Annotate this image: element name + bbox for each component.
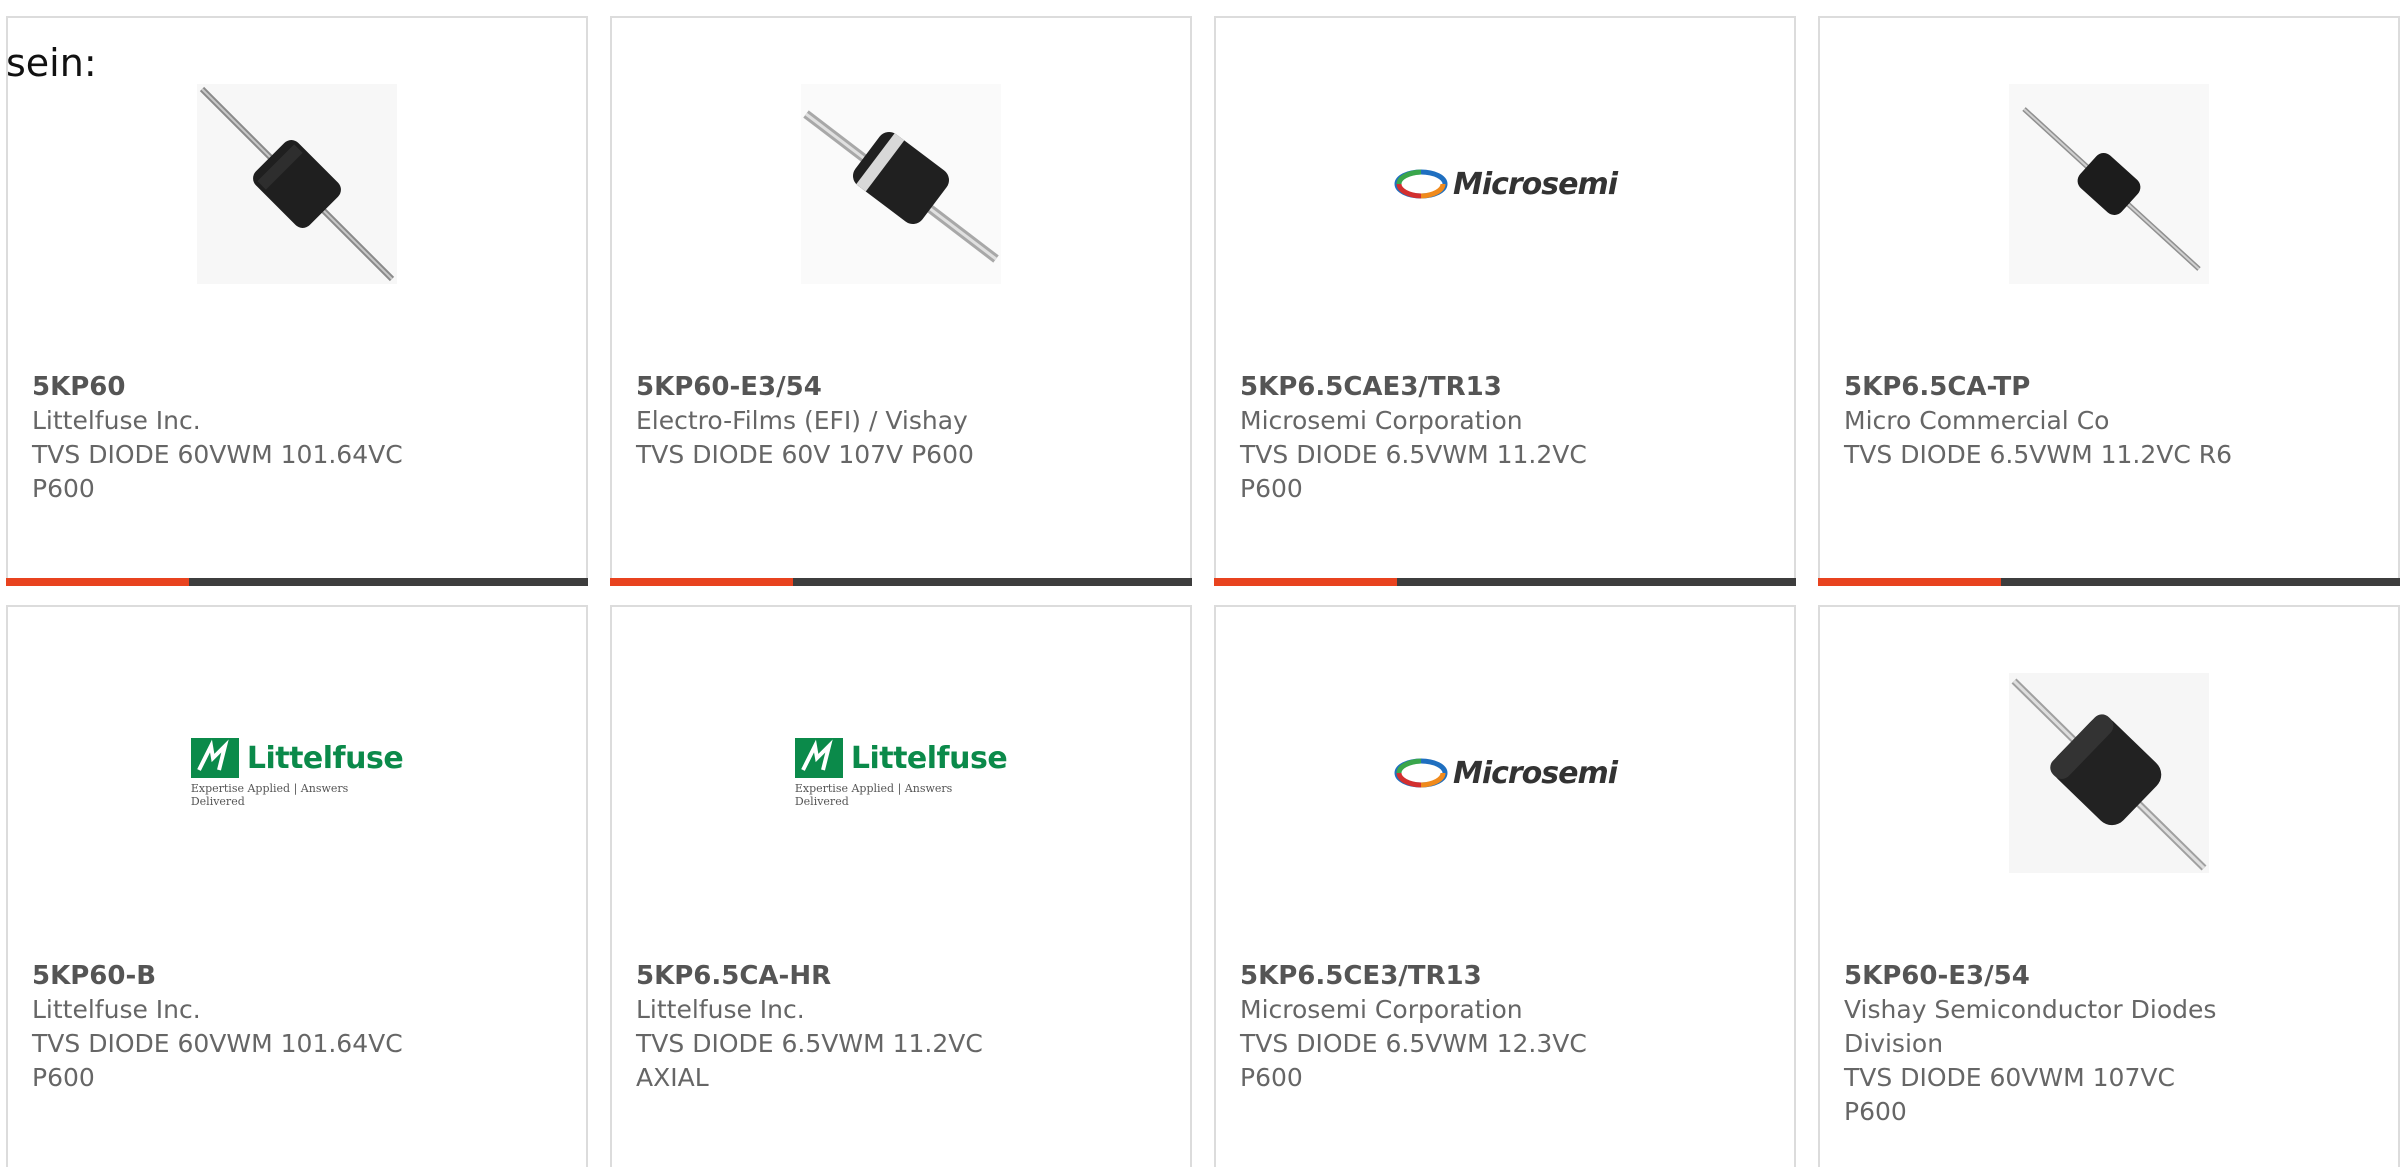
part-number[interactable]: 5KP60 <box>32 370 566 404</box>
card-bottom-bar <box>1818 578 2400 586</box>
product-card[interactable]: Littelfuse Expertise Applied | Answers D… <box>6 605 588 1167</box>
card-bottom-bar <box>1214 578 1796 586</box>
part-number[interactable]: 5KP6.5CA-HR <box>636 959 1170 993</box>
card-accent <box>1214 578 1397 586</box>
card-bottom-bar <box>610 578 1192 586</box>
card-accent <box>6 578 189 586</box>
product-card[interactable]: Microsemi 5KP6.5CE3/TR13 Microsemi Corpo… <box>1214 605 1796 1167</box>
microsemi-swirl-icon <box>1394 758 1448 788</box>
product-info: 5KP6.5CA-TP Micro Commercial Co TVS DIOD… <box>1844 370 2378 472</box>
littelfuse-logo: Littelfuse Expertise Applied | Answers D… <box>190 673 404 873</box>
part-number[interactable]: 5KP60-E3/54 <box>1844 959 2378 993</box>
product-card[interactable]: 5KP60-E3/54 Vishay Semiconductor Diodes … <box>1818 605 2400 1167</box>
logo-text: Microsemi <box>1452 755 1618 791</box>
product-card[interactable]: Microsemi 5KP6.5CAE3/TR13 Microsemi Corp… <box>1214 16 1796 586</box>
manufacturer: Microsemi Corporation <box>1240 995 1523 1024</box>
product-info: 5KP6.5CA-HR Littelfuse Inc. TVS DIODE 6.… <box>636 959 1170 1095</box>
part-number[interactable]: 5KP60-B <box>32 959 566 993</box>
card-accent <box>1818 578 2001 586</box>
product-card[interactable]: 5KP6.5CA-TP Micro Commercial Co TVS DIOD… <box>1818 16 2400 586</box>
part-number[interactable]: 5KP6.5CAE3/TR13 <box>1240 370 1774 404</box>
littelfuse-logo: Littelfuse Expertise Applied | Answers D… <box>794 673 1008 873</box>
card-bottom-bar <box>6 578 588 586</box>
description: TVS DIODE 60VWM 101.64VC P600 <box>32 1029 403 1092</box>
description: TVS DIODE 60V 107V P600 <box>636 440 974 469</box>
section-heading: sein: <box>6 41 97 85</box>
logo-tagline: Expertise Applied | Answers Delivered <box>794 782 953 808</box>
product-card[interactable]: Littelfuse Expertise Applied | Answers D… <box>610 605 1192 1167</box>
manufacturer: Micro Commercial Co <box>1844 406 2110 435</box>
product-info: 5KP60 Littelfuse Inc. TVS DIODE 60VWM 10… <box>32 370 566 506</box>
logo-text: Microsemi <box>1452 166 1618 202</box>
manufacturer: Vishay Semiconductor Diodes Division <box>1844 995 2217 1058</box>
product-info: 5KP60-B Littelfuse Inc. TVS DIODE 60VWM … <box>32 959 566 1095</box>
littelfuse-mark-icon <box>794 738 843 778</box>
microsemi-logo: Microsemi <box>1394 673 1618 873</box>
microsemi-logo: Microsemi <box>1394 84 1618 284</box>
card-accent <box>610 578 793 586</box>
description: TVS DIODE 60VWM 101.64VC P600 <box>32 440 403 503</box>
product-grid-page: sein: 5KP60 Littelfuse Inc. TVS DIODE 60… <box>0 0 2400 1167</box>
manufacturer: Littelfuse Inc. <box>32 406 201 435</box>
product-info: 5KP60-E3/54 Vishay Semiconductor Diodes … <box>1844 959 2378 1129</box>
description: TVS DIODE 6.5VWM 11.2VC P600 <box>1240 440 1587 503</box>
description: TVS DIODE 6.5VWM 11.2VC AXIAL <box>636 1029 983 1092</box>
logo-text: Littelfuse <box>246 740 404 776</box>
description: TVS DIODE 6.5VWM 11.2VC R6 <box>1844 440 2233 469</box>
part-number[interactable]: 5KP6.5CE3/TR13 <box>1240 959 1774 993</box>
logo-tagline: Expertise Applied | Answers Delivered <box>190 782 349 808</box>
product-info: 5KP6.5CAE3/TR13 Microsemi Corporation TV… <box>1240 370 1774 506</box>
manufacturer: Littelfuse Inc. <box>636 995 805 1024</box>
manufacturer: Electro-Films (EFI) / Vishay <box>636 406 968 435</box>
part-number[interactable]: 5KP6.5CA-TP <box>1844 370 2378 404</box>
diode-photo-icon <box>2009 84 2209 284</box>
diode-photo-icon <box>197 84 397 284</box>
product-card[interactable]: 5KP60 Littelfuse Inc. TVS DIODE 60VWM 10… <box>6 16 588 586</box>
product-card[interactable]: 5KP60-E3/54 Electro-Films (EFI) / Vishay… <box>610 16 1192 586</box>
product-info: 5KP6.5CE3/TR13 Microsemi Corporation TVS… <box>1240 959 1774 1095</box>
microsemi-swirl-icon <box>1394 169 1448 199</box>
description: TVS DIODE 6.5VWM 12.3VC P600 <box>1240 1029 1587 1092</box>
diode-photo-icon <box>2009 673 2209 873</box>
manufacturer: Littelfuse Inc. <box>32 995 201 1024</box>
diode-photo-icon <box>801 84 1001 284</box>
part-number[interactable]: 5KP60-E3/54 <box>636 370 1170 404</box>
manufacturer: Microsemi Corporation <box>1240 406 1523 435</box>
product-info: 5KP60-E3/54 Electro-Films (EFI) / Vishay… <box>636 370 1170 472</box>
littelfuse-mark-icon <box>190 738 239 778</box>
logo-text: Littelfuse <box>850 740 1008 776</box>
description: TVS DIODE 60VWM 107VC P600 <box>1844 1063 2175 1126</box>
